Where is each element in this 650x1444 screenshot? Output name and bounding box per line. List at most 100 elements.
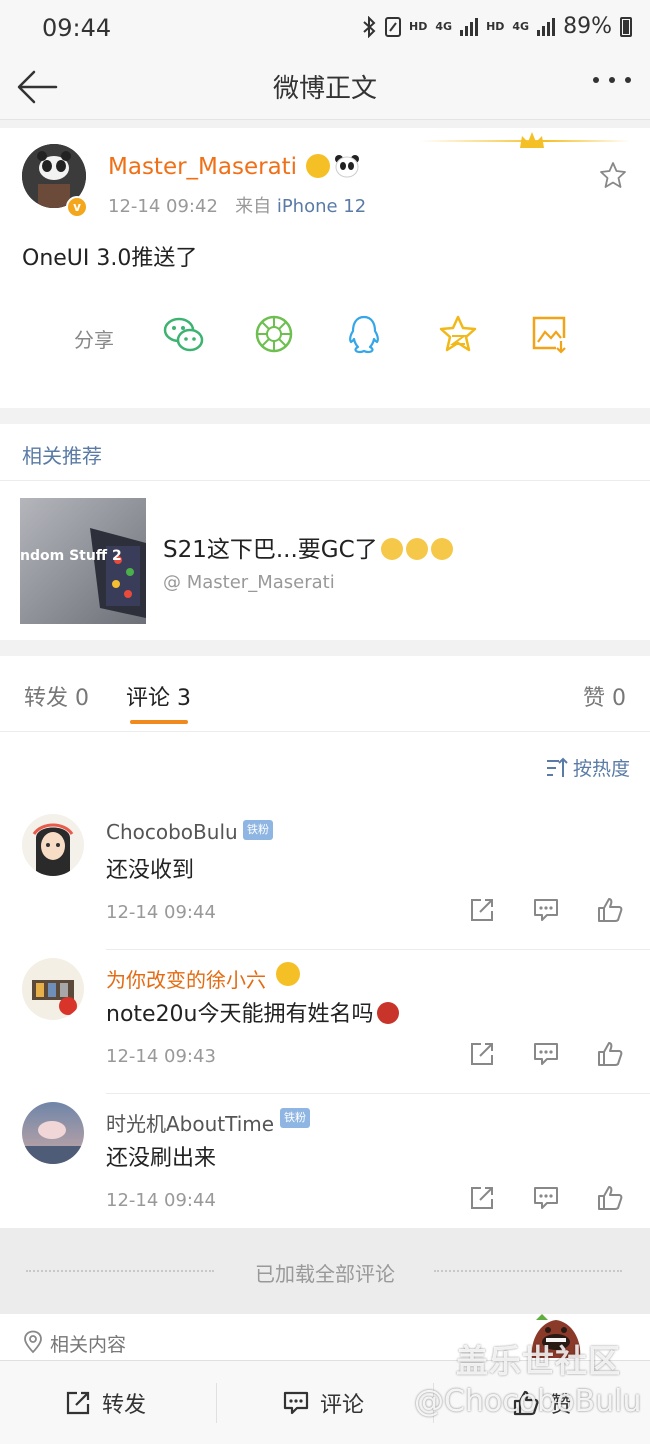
share-qq-button[interactable]	[346, 314, 382, 356]
reply-comment-button[interactable]	[532, 896, 560, 924]
like-icon	[598, 1042, 623, 1066]
dotted-divider	[434, 1270, 622, 1272]
related-header: 相关推荐	[22, 444, 102, 468]
save-image-icon	[532, 316, 566, 354]
related-thumbnail[interactable]: ndom Stuff 2	[20, 498, 146, 624]
comment-text: 还没收到	[106, 858, 195, 883]
more-button[interactable]	[592, 76, 632, 84]
tab-comments[interactable]: 评论 3	[126, 680, 191, 712]
divider	[216, 1383, 217, 1423]
sort-button[interactable]: 按热度	[545, 754, 630, 781]
comment-text: 还没刷出来	[106, 1146, 217, 1171]
post-card: v Master_Maserati 12-14 09:42 来自 iPhone …	[0, 128, 650, 408]
sweat-emoji-icon	[405, 538, 428, 560]
battery-icon	[620, 16, 632, 37]
fan-badge: 铁粉	[280, 1108, 310, 1128]
battery-percent: 89%	[563, 14, 612, 39]
related-title[interactable]: S21这下巴...要GC了	[163, 530, 453, 564]
nfc-icon	[385, 16, 402, 37]
comment-item: ChocoboBulu 铁粉 还没收到 12-14 09:44	[0, 806, 650, 950]
comment-item: 时光机AboutTime 铁粉 还没刷出来 12-14 09:44	[0, 1094, 650, 1238]
watermark-community: 盖乐世社区	[456, 1342, 622, 1380]
thumbnail-caption: ndom Stuff 2	[20, 548, 122, 564]
repost-icon	[66, 1391, 90, 1415]
reply-comment-button[interactable]	[532, 1184, 560, 1212]
tab-likes[interactable]: 赞 0	[583, 680, 626, 712]
reply-icon	[534, 1043, 558, 1065]
share-label: 分享	[74, 328, 114, 352]
share-qzone-button[interactable]	[438, 314, 478, 354]
loaded-all-text: 已加载全部评论	[255, 1262, 395, 1286]
wechat-icon	[163, 317, 204, 352]
star-outline-icon	[600, 162, 626, 188]
repost-icon	[471, 899, 493, 921]
repost-comment-button[interactable]	[468, 896, 496, 924]
related-section: 相关推荐 ndom Stuff 2 S21这下巴...要GC了 @ Master…	[0, 424, 650, 640]
sweat-emoji-icon	[430, 538, 453, 560]
sort-icon	[546, 757, 568, 777]
comments-section: 按热度 ChocoboBulu 铁粉 还没收到 12-14 09:44 为你改变…	[0, 732, 650, 1228]
verified-badge: v	[66, 196, 88, 218]
repost-icon	[471, 1187, 493, 1209]
commenter-avatar[interactable]	[22, 958, 84, 1020]
bluetooth-icon	[363, 15, 376, 38]
repost-icon	[471, 1043, 493, 1065]
share-wechat-button[interactable]	[162, 314, 206, 356]
comment-icon	[283, 1391, 309, 1415]
reply-icon	[534, 899, 558, 921]
comment-label: 评论	[320, 1393, 365, 1418]
hd-indicator: HD	[409, 20, 428, 33]
status-bar: 09:44 HD 4G HD 4G 89%	[0, 0, 650, 58]
hd-indicator-2: HD	[486, 20, 505, 33]
repost-button[interactable]: 转发	[64, 1387, 146, 1419]
like-icon	[598, 898, 623, 922]
share-moments-button[interactable]	[254, 314, 294, 354]
commenter-avatar[interactable]	[22, 1102, 84, 1164]
like-comment-button[interactable]	[596, 1184, 624, 1212]
angry-bird-emoji-icon	[376, 1002, 399, 1024]
repost-label: 转发	[102, 1393, 147, 1418]
status-time: 09:44	[42, 14, 112, 42]
like-comment-button[interactable]	[596, 896, 624, 924]
post-time: 12-14 09:42	[108, 196, 218, 217]
repost-comment-button[interactable]	[468, 1040, 496, 1068]
active-tab-indicator	[130, 720, 188, 724]
network-4g: 4G	[435, 20, 453, 33]
comment-time: 12-14 09:44	[106, 902, 216, 923]
loaded-all-footer: 已加载全部评论	[0, 1228, 650, 1314]
commenter-name[interactable]: ChocoboBulu	[106, 820, 238, 844]
repost-comment-button[interactable]	[468, 1184, 496, 1212]
post-text: OneUI 3.0推送了	[22, 246, 198, 271]
status-icons: HD 4G HD 4G 89%	[361, 14, 632, 39]
favorite-button[interactable]	[598, 160, 628, 190]
related-user[interactable]: @ Master_Maserati	[163, 572, 335, 593]
signal-icon-2	[537, 17, 556, 36]
post-via: 来自	[235, 196, 272, 217]
crown-icon	[520, 132, 544, 148]
comment-time: 12-14 09:44	[106, 1190, 216, 1211]
vip-crown-badge	[276, 962, 300, 986]
comment-item: 为你改变的徐小六 note20u今天能拥有姓名吗 12-14 09:43	[0, 950, 650, 1094]
location-pin-icon	[24, 1330, 42, 1354]
signal-icon	[460, 17, 479, 36]
sweat-emoji-icon	[380, 538, 403, 560]
like-comment-button[interactable]	[596, 1040, 624, 1068]
author-name[interactable]: Master_Maserati	[108, 154, 297, 180]
vip-crown-badge	[306, 154, 330, 178]
network-4g-2: 4G	[512, 20, 530, 33]
comment-button[interactable]: 评论	[282, 1387, 364, 1419]
tab-reposts[interactable]: 转发 0	[24, 680, 89, 712]
title-bar: 微博正文	[0, 58, 650, 120]
save-image-button[interactable]	[530, 314, 568, 354]
tab-bar: 转发 0 评论 3 赞 0	[0, 656, 650, 732]
reply-comment-button[interactable]	[532, 1040, 560, 1068]
page-title: 微博正文	[272, 74, 377, 104]
post-source[interactable]: iPhone 12	[277, 196, 366, 217]
commenter-avatar[interactable]	[22, 814, 84, 876]
commenter-name[interactable]: 时光机AboutTime	[106, 1108, 274, 1137]
related-content-label: 相关内容	[50, 1334, 127, 1356]
qzone-icon	[439, 315, 477, 352]
reply-icon	[534, 1187, 558, 1209]
commenter-name[interactable]: 为你改变的徐小六	[106, 964, 266, 993]
divider	[0, 480, 650, 481]
